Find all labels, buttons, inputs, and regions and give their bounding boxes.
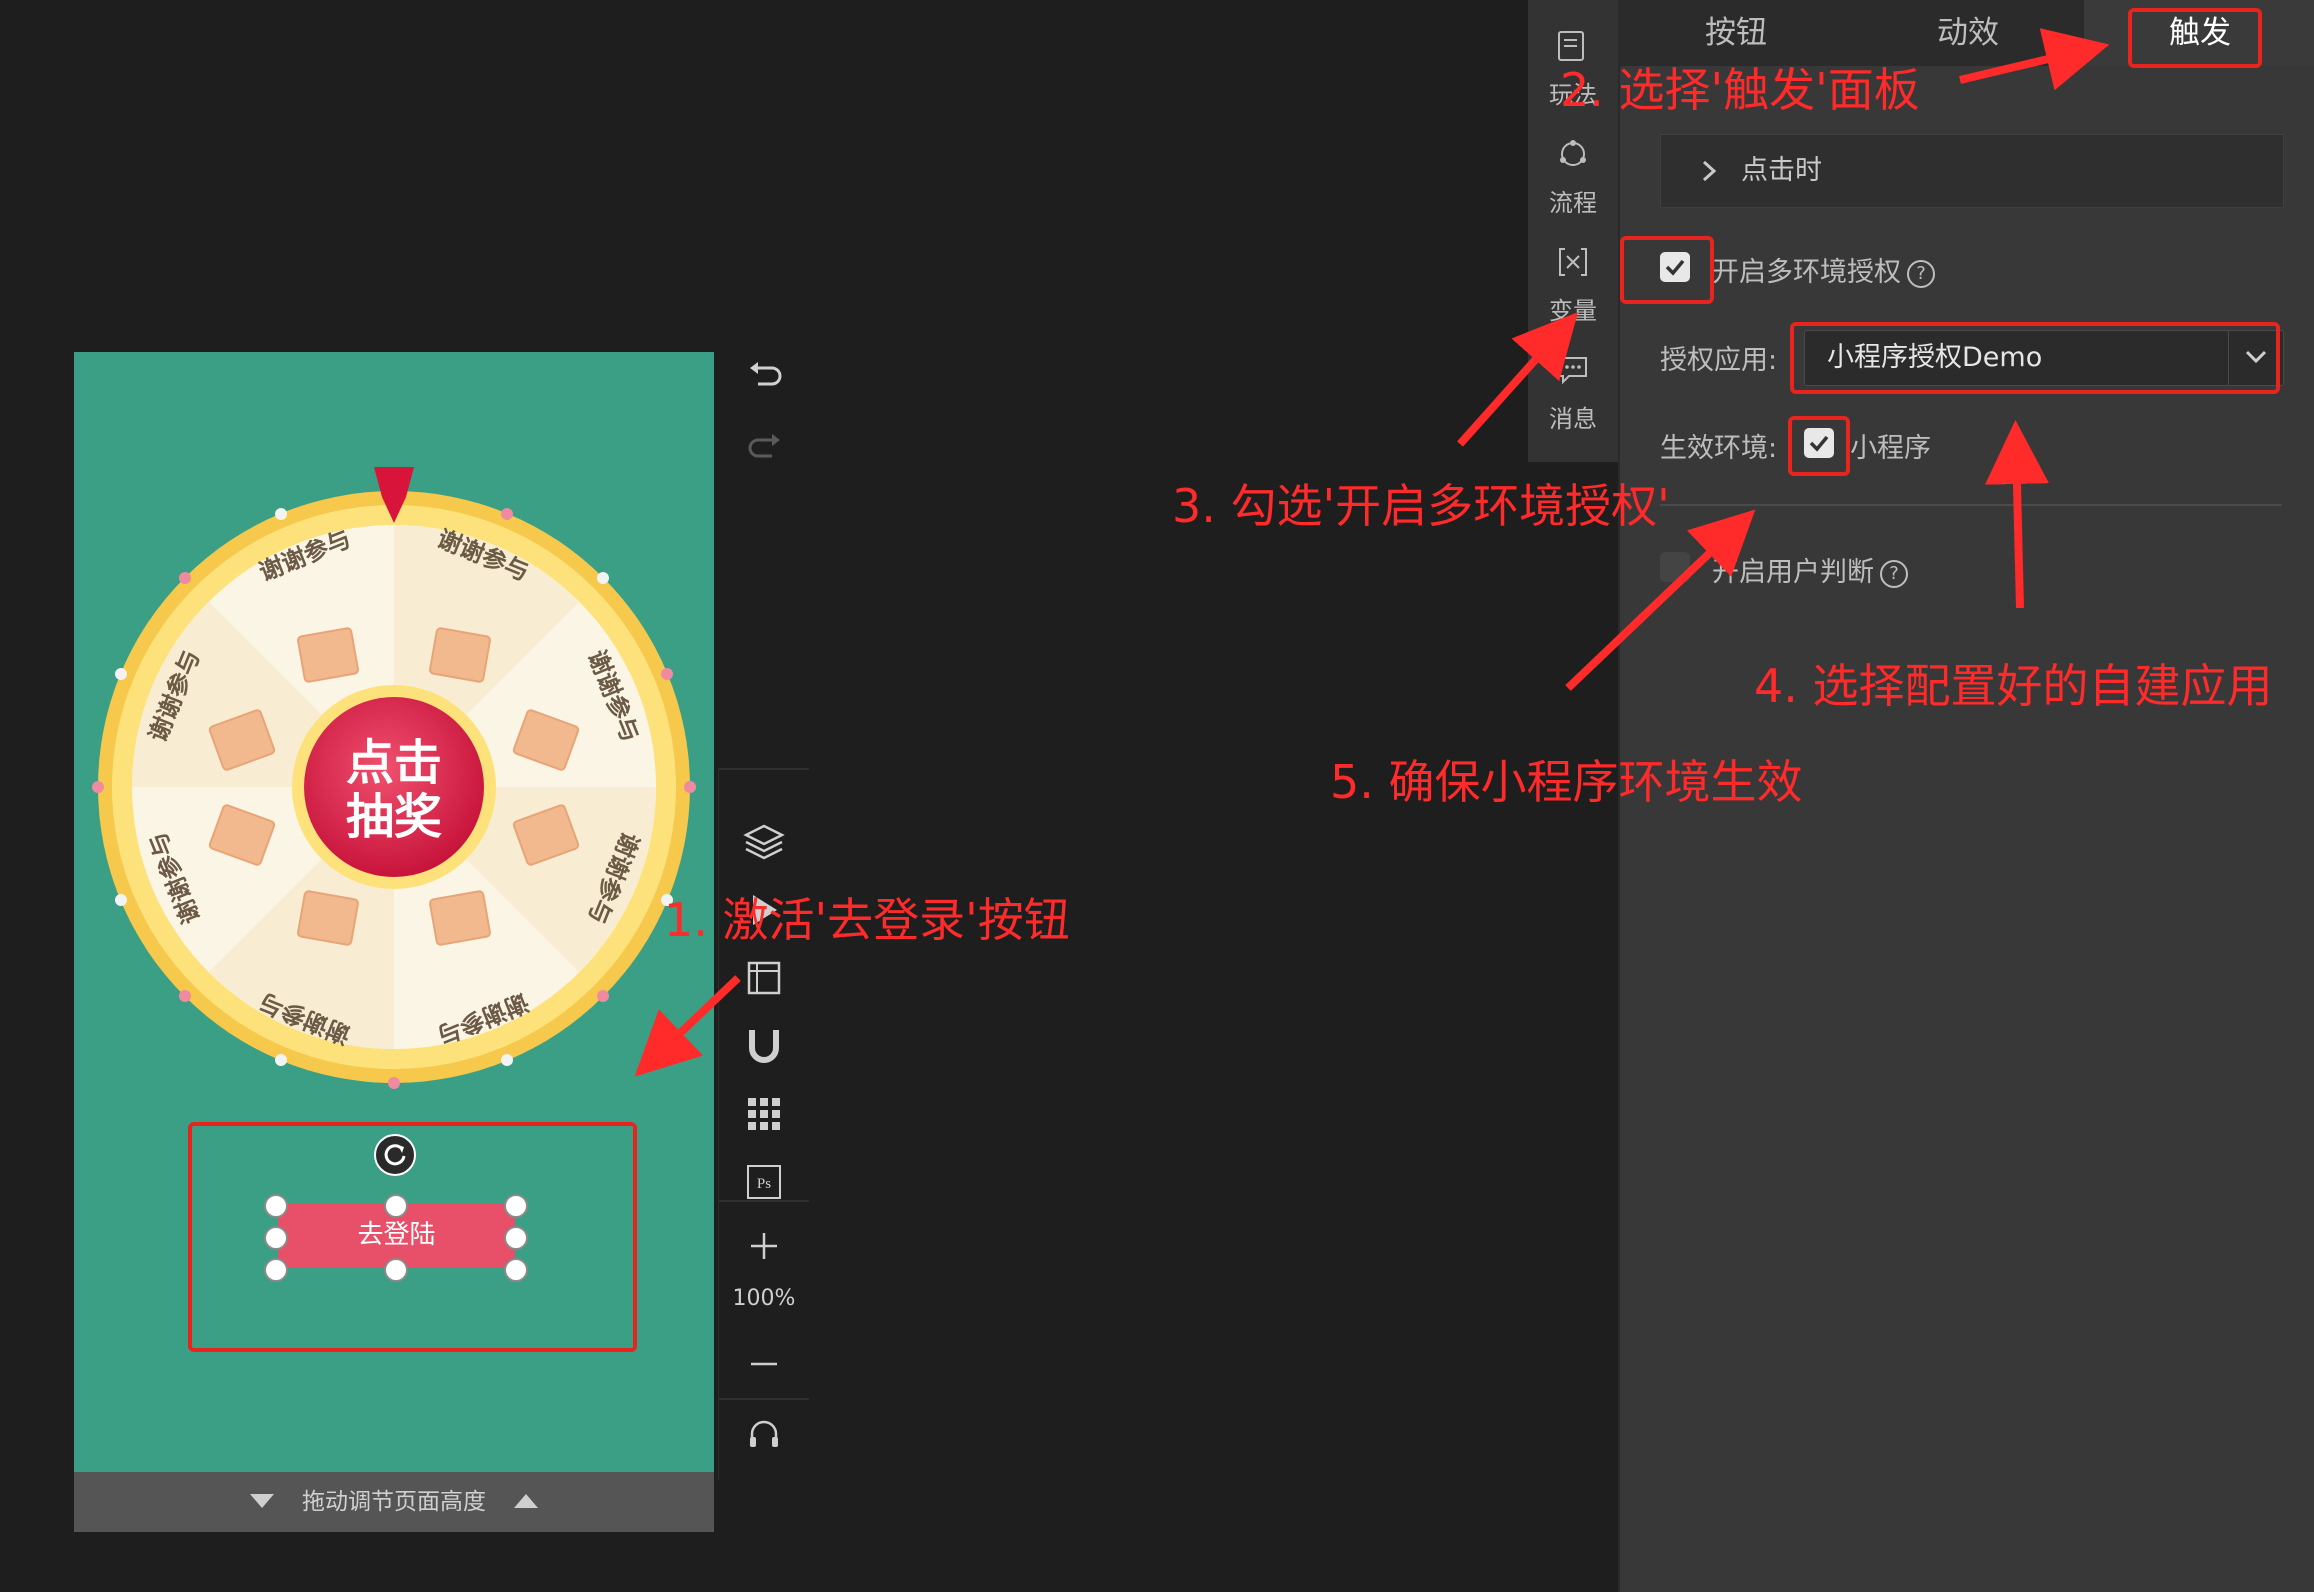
annotation-step3: 3. 勾选'开启多环境授权' xyxy=(1172,479,1670,533)
annotation-step2: 2. 选择'触发'面板 xyxy=(1560,63,1920,117)
annotation-step1: 1. 激活'去登录'按钮 xyxy=(664,893,1070,947)
annotation-step4: 4. 选择配置好的自建应用 xyxy=(1754,659,2273,713)
annotation-step5: 5. 确保小程序环境生效 xyxy=(1330,755,1803,809)
annotation-arrows xyxy=(634,28,2110,1077)
